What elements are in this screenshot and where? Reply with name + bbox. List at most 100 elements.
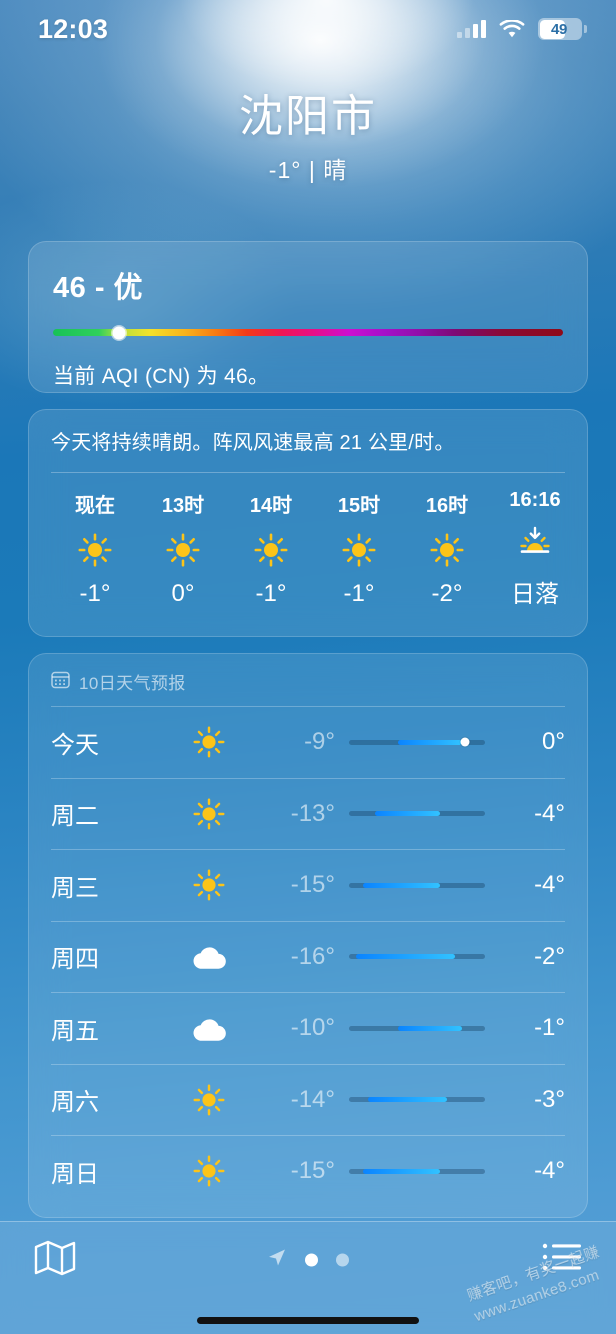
hour-temp: -1° [255,579,287,607]
day-low-temp: -14° [290,1085,335,1113]
hour-column[interactable]: 16时 -2° [403,489,491,609]
day-name: 周日 [51,1160,99,1188]
temperature-range-bar [349,1097,485,1103]
home-indicator [197,1317,419,1324]
day-name: 周三 [51,874,99,902]
day-name: 今天 [51,731,99,759]
hour-label: 15时 [337,494,381,517]
bottom-tab-bar [0,1221,616,1334]
day-high-temp: -4° [534,799,565,827]
daily-forecast-card[interactable]: 10日天气预报 今天 -9° 0° 周二 -13° -4° 周三 -15° -4° 周四 -16° -… [28,653,588,1218]
hour-temp: 0° [171,579,195,607]
sun-icon [78,532,112,568]
aqi-marker-dot [112,326,126,339]
table-row[interactable]: 周二 -13° -4° [51,777,565,850]
temperature-range-fill [362,882,441,888]
temperature-range-fill [397,739,462,745]
temperature-range-bar [349,882,485,888]
location-arrow-icon [267,1248,287,1273]
page-dot-inactive[interactable] [336,1253,349,1267]
sun-icon [161,798,257,830]
table-row[interactable]: 周五 -10° -1° [51,992,565,1064]
day-high-temp: -1° [534,1014,565,1042]
day-low-temp: -9° [304,728,335,756]
status-indicators: 49 [457,18,587,40]
battery-cap [584,25,587,33]
table-row[interactable]: 周六 -14° -3° [51,1063,565,1136]
sun-icon [430,532,464,568]
day-high-temp: -4° [534,1157,565,1185]
hourly-forecast-card[interactable]: 今天将持续晴朗。阵风风速最高 21 公里/时。 现在 -1° 13时 0° 14时 -1°… [28,409,588,637]
aqi-value-label: 46 - 优 [53,272,144,304]
hour-label: 13时 [161,494,205,517]
day-low-temp: -15° [290,1157,335,1185]
daily-rows: 今天 -9° 0° 周二 -13° -4° 周三 -15° -4° 周四 -16° -2° 周五 -10°… [29,706,587,1207]
day-high-temp: 0° [542,728,565,756]
page-dot-active[interactable] [305,1253,318,1267]
page-indicator[interactable] [267,1248,349,1273]
cloud-icon [161,942,257,971]
list-icon[interactable] [542,1242,582,1279]
hour-label: 16时 [425,494,469,517]
sun-icon [161,1084,257,1116]
status-bar: 12:03 49 [0,0,616,58]
hour-column[interactable]: 15时 -1° [315,489,403,609]
day-name: 周四 [51,946,99,974]
day-low-temp: -13° [290,799,335,827]
sun-icon [342,532,376,568]
sun-icon [161,869,257,901]
sun-icon [254,532,288,568]
temperature-range-bar [349,811,485,817]
cellular-bars-icon [457,20,486,38]
sun-icon [166,532,200,568]
day-high-temp: -4° [534,871,565,899]
hour-column[interactable]: 13时 0° [139,489,227,609]
current-temp-marker [460,737,470,747]
day-low-temp: -16° [290,942,335,970]
sunset-icon [517,526,553,562]
day-low-temp: -15° [290,871,335,899]
table-row[interactable]: 周日 -15° -4° [51,1135,565,1207]
temperature-range-fill [362,1168,441,1174]
hourly-summary-text: 今天将持续晴朗。阵风风速最高 21 公里/时。 [51,432,455,454]
battery-level: 49 [550,20,568,38]
day-high-temp: -2° [534,942,565,970]
wifi-icon [499,18,525,39]
temperature-range-fill [374,811,441,817]
hour-column[interactable]: 16:16 日落 [491,489,579,609]
location-header: 沈阳市 -1° | 晴 [0,92,616,185]
hour-column[interactable]: 现在 -1° [51,489,139,609]
temperature-range-bar [349,1168,485,1174]
hour-temp: -1° [79,579,111,607]
hour-column[interactable]: 14时 -1° [227,489,315,609]
weather-app: 12:03 49 沈阳市 -1° | 晴 46 - 优 当前 AQI (CN) … [0,0,616,1334]
hourly-scroll-strip[interactable]: 现在 -1° 13时 0° 14时 -1° 15时 -1° 16时 -2° 16:16 日落 [51,473,587,609]
current-condition: -1° | 晴 [268,156,348,183]
day-name: 周二 [51,803,99,831]
temperature-range-fill [355,954,456,960]
hour-temp: -1° [343,579,375,607]
cloud-icon [161,1014,257,1043]
table-row[interactable]: 周三 -15° -4° [51,849,565,921]
daily-forecast-title: 10日天气预报 [79,674,186,693]
aqi-description: 当前 AQI (CN) 为 46。 [53,365,270,388]
day-name: 周六 [51,1089,99,1117]
aqi-scale-bar [53,326,563,339]
temperature-range-bar [349,1025,485,1031]
temperature-range-bar [349,954,485,960]
map-icon[interactable] [34,1239,76,1282]
temperature-range-fill [397,1025,462,1031]
day-name: 周五 [51,1017,99,1045]
table-row[interactable]: 周四 -16° -2° [51,920,565,993]
air-quality-card[interactable]: 46 - 优 当前 AQI (CN) 为 46。 [28,241,588,393]
hour-label: 16:16 [509,488,561,511]
temperature-range-bar [349,737,485,747]
day-low-temp: -10° [290,1014,335,1042]
table-row[interactable]: 今天 -9° 0° [51,706,565,778]
hour-temp: -2° [431,579,463,607]
hour-label: 14时 [249,494,293,517]
daily-forecast-header: 10日天气预报 [29,654,587,706]
hour-temp: 日落 [511,580,559,608]
day-high-temp: -3° [534,1085,565,1113]
sun-icon [161,1155,257,1187]
